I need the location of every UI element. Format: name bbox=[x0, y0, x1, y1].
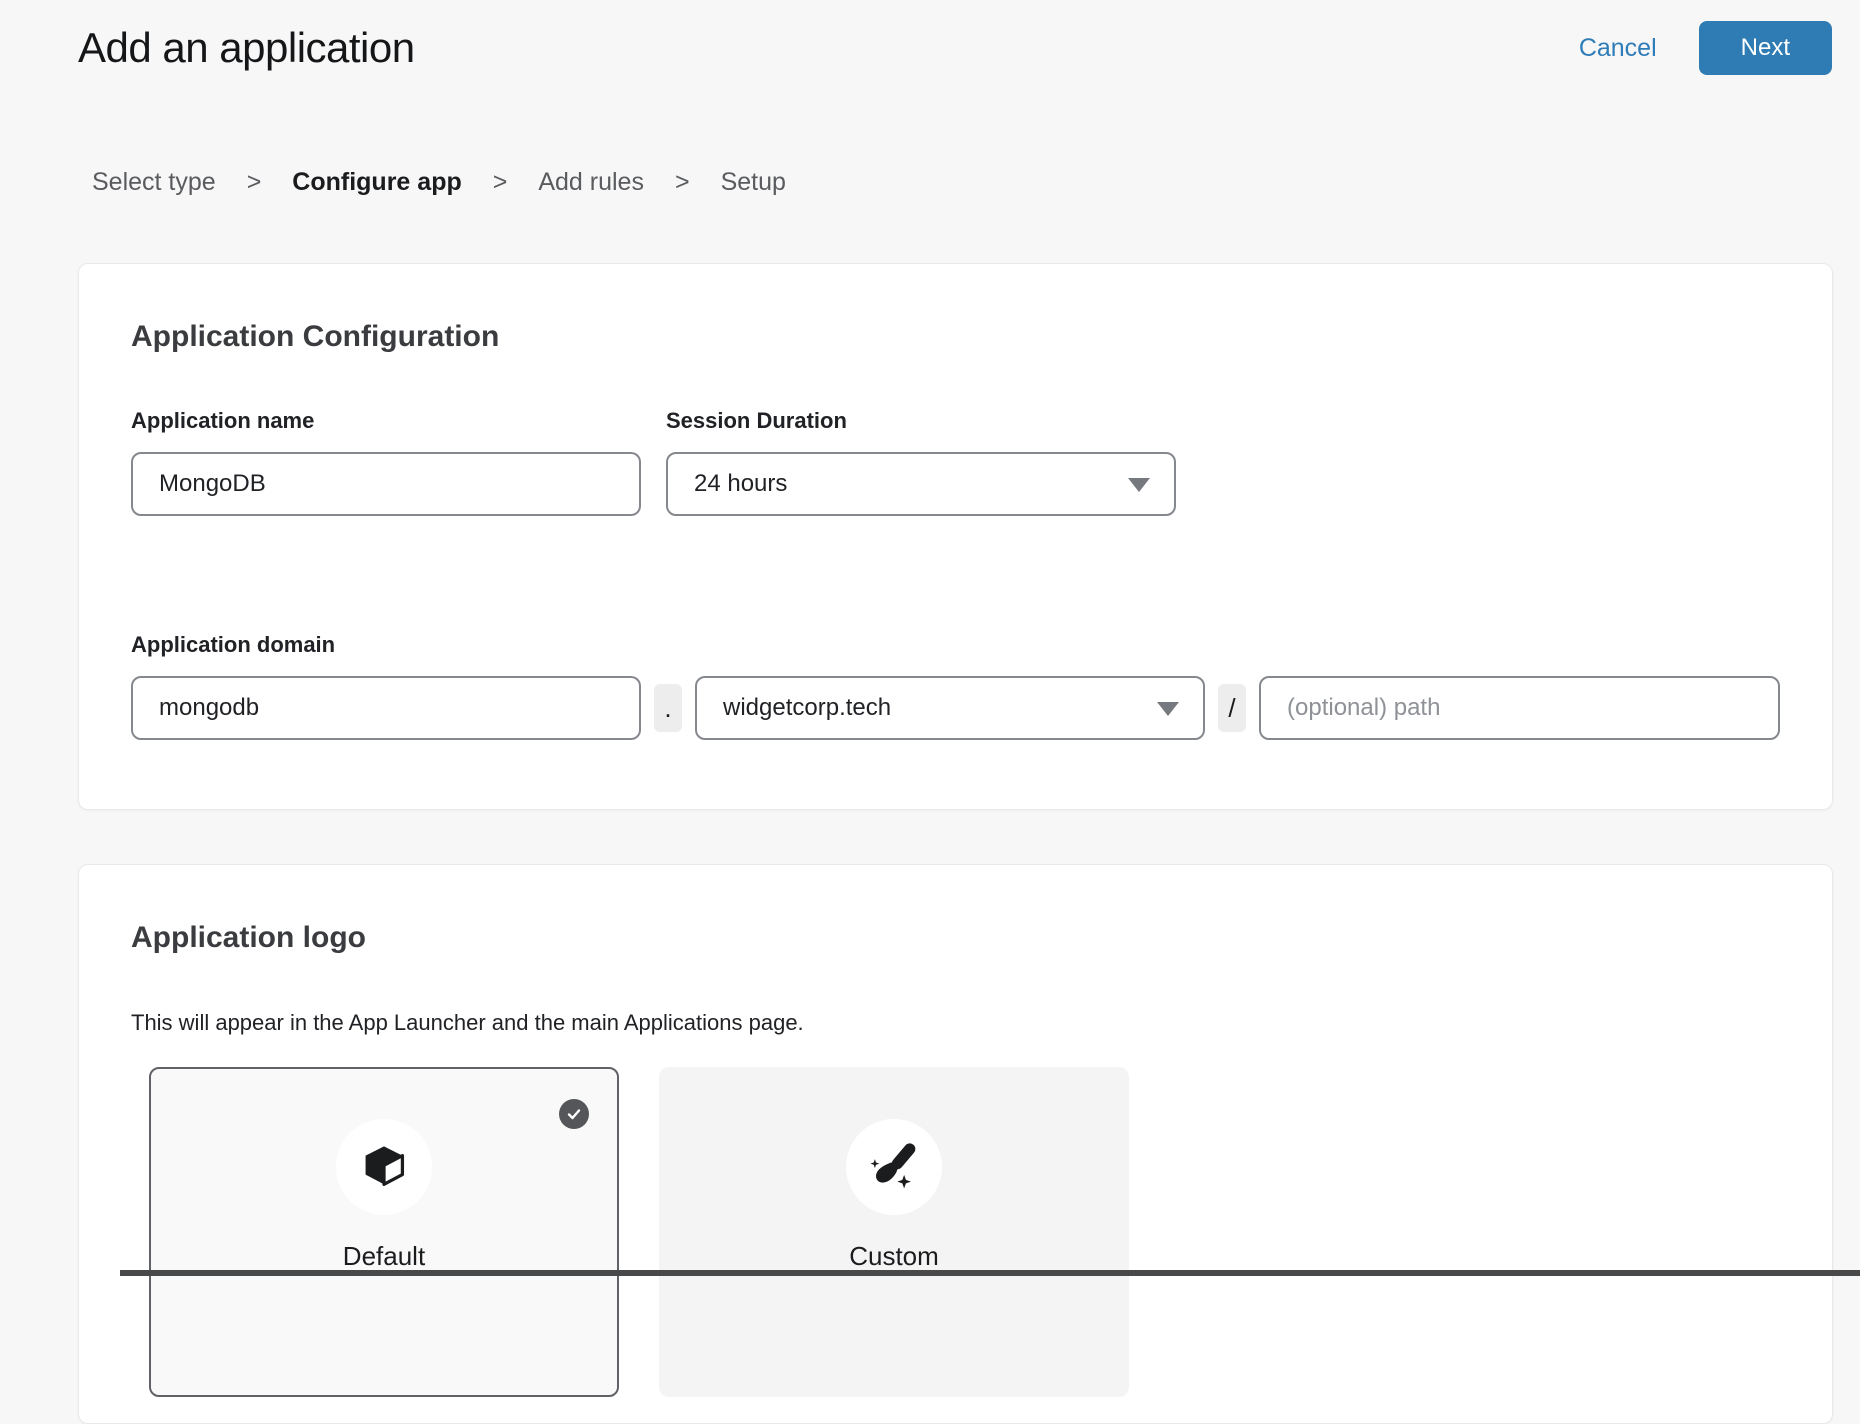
paintbrush-icon bbox=[867, 1140, 921, 1194]
application-domain-label: Application domain bbox=[131, 632, 1780, 658]
application-logo-card: Application logo This will appear in the… bbox=[78, 864, 1833, 1424]
slash-separator: / bbox=[1218, 684, 1246, 732]
path-input[interactable] bbox=[1259, 676, 1780, 740]
chevron-down-icon bbox=[1157, 702, 1179, 716]
wizard-steps: Select type > Configure app > Add rules … bbox=[78, 168, 1832, 197]
logo-option-default[interactable]: Default bbox=[149, 1067, 619, 1397]
page-title: Add an application bbox=[78, 24, 415, 72]
logo-options: Default Custom bbox=[149, 1067, 1780, 1397]
page: Add an application Cancel Next Select ty… bbox=[0, 20, 1860, 1424]
session-duration-value: 24 hours bbox=[694, 470, 787, 498]
check-icon bbox=[565, 1105, 583, 1123]
application-name-input[interactable] bbox=[131, 452, 641, 516]
subdomain-input[interactable] bbox=[131, 676, 641, 740]
application-domain-row: . widgetcorp.tech / bbox=[131, 658, 1780, 740]
step-separator-icon: > bbox=[675, 168, 690, 197]
logo-option-label: Custom bbox=[661, 1241, 1127, 1271]
configuration-heading: Application Configuration bbox=[131, 320, 1780, 354]
dot-separator: . bbox=[654, 684, 682, 732]
custom-logo-circle bbox=[846, 1119, 942, 1215]
next-button[interactable]: Next bbox=[1699, 21, 1832, 75]
logo-heading: Application logo bbox=[131, 921, 1780, 955]
default-logo-circle bbox=[336, 1119, 432, 1215]
session-duration-select[interactable]: 24 hours bbox=[666, 452, 1176, 516]
session-duration-label: Session Duration bbox=[666, 408, 1176, 434]
cube-icon bbox=[358, 1141, 410, 1193]
step-setup[interactable]: Setup bbox=[721, 168, 786, 197]
logo-option-label: Default bbox=[151, 1241, 617, 1271]
step-separator-icon: > bbox=[493, 168, 508, 197]
application-configuration-card: Application Configuration Application na… bbox=[78, 263, 1833, 810]
application-name-label: Application name bbox=[131, 408, 641, 434]
name-session-row: Application name Session Duration 24 hou… bbox=[131, 408, 1780, 516]
bottom-edge-bar bbox=[120, 1270, 1860, 1276]
session-duration-field: Session Duration 24 hours bbox=[666, 408, 1176, 516]
step-add-rules[interactable]: Add rules bbox=[538, 168, 644, 197]
application-name-field: Application name bbox=[131, 408, 641, 516]
header-actions: Cancel Next bbox=[1579, 21, 1832, 75]
selected-check-badge bbox=[559, 1099, 589, 1129]
page-header: Add an application Cancel Next bbox=[78, 20, 1832, 76]
logo-option-custom[interactable]: Custom bbox=[659, 1067, 1129, 1397]
domain-select-value: widgetcorp.tech bbox=[723, 694, 891, 722]
step-configure-app[interactable]: Configure app bbox=[292, 168, 461, 197]
logo-description: This will appear in the App Launcher and… bbox=[131, 1010, 1780, 1036]
cancel-button[interactable]: Cancel bbox=[1579, 34, 1657, 63]
domain-select[interactable]: widgetcorp.tech bbox=[695, 676, 1205, 740]
step-separator-icon: > bbox=[247, 168, 262, 197]
step-select-type[interactable]: Select type bbox=[92, 168, 216, 197]
chevron-down-icon bbox=[1128, 478, 1150, 492]
